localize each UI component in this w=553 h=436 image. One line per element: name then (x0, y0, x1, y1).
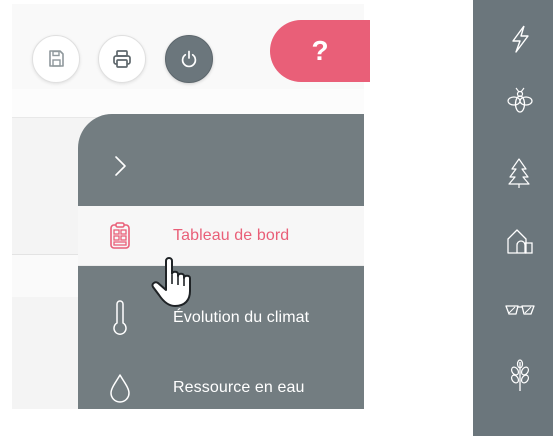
floppy-disk-icon (46, 49, 66, 69)
right-icon-rail (473, 0, 553, 436)
house-icon[interactable] (503, 224, 537, 258)
menu-item-dashboard[interactable]: Tableau de bord (78, 206, 364, 266)
power-button[interactable] (165, 35, 213, 83)
print-button[interactable] (98, 35, 146, 83)
drawer-toggle[interactable] (78, 126, 364, 206)
wheat-icon[interactable] (503, 358, 537, 392)
lightning-icon[interactable] (503, 22, 537, 56)
menu-item-label: Évolution du climat (173, 309, 310, 326)
water-drop-icon (106, 370, 134, 406)
menu-item-water[interactable]: Ressource en eau (78, 353, 364, 409)
screenshot-stage: ? Tableau de bord Évolution du climat Re… (0, 0, 553, 436)
chevron-right-icon (114, 154, 128, 178)
save-button[interactable] (32, 35, 80, 83)
navigation-drawer: Tableau de bord Évolution du climat Ress… (78, 114, 364, 409)
power-icon (178, 48, 200, 70)
glasses-icon[interactable] (503, 293, 537, 327)
menu-item-label: Tableau de bord (173, 227, 290, 244)
printer-icon (111, 48, 133, 70)
dashboard-icon (106, 218, 134, 254)
trees-icon[interactable] (503, 156, 537, 190)
bee-icon[interactable] (503, 84, 537, 118)
hand-cursor-icon (150, 254, 196, 310)
menu-item-climate[interactable]: Évolution du climat (78, 283, 364, 353)
help-label: ? (311, 35, 329, 66)
help-button[interactable]: ? (270, 20, 370, 82)
thermometer-icon (106, 300, 134, 336)
menu-item-label: Ressource en eau (173, 379, 305, 396)
